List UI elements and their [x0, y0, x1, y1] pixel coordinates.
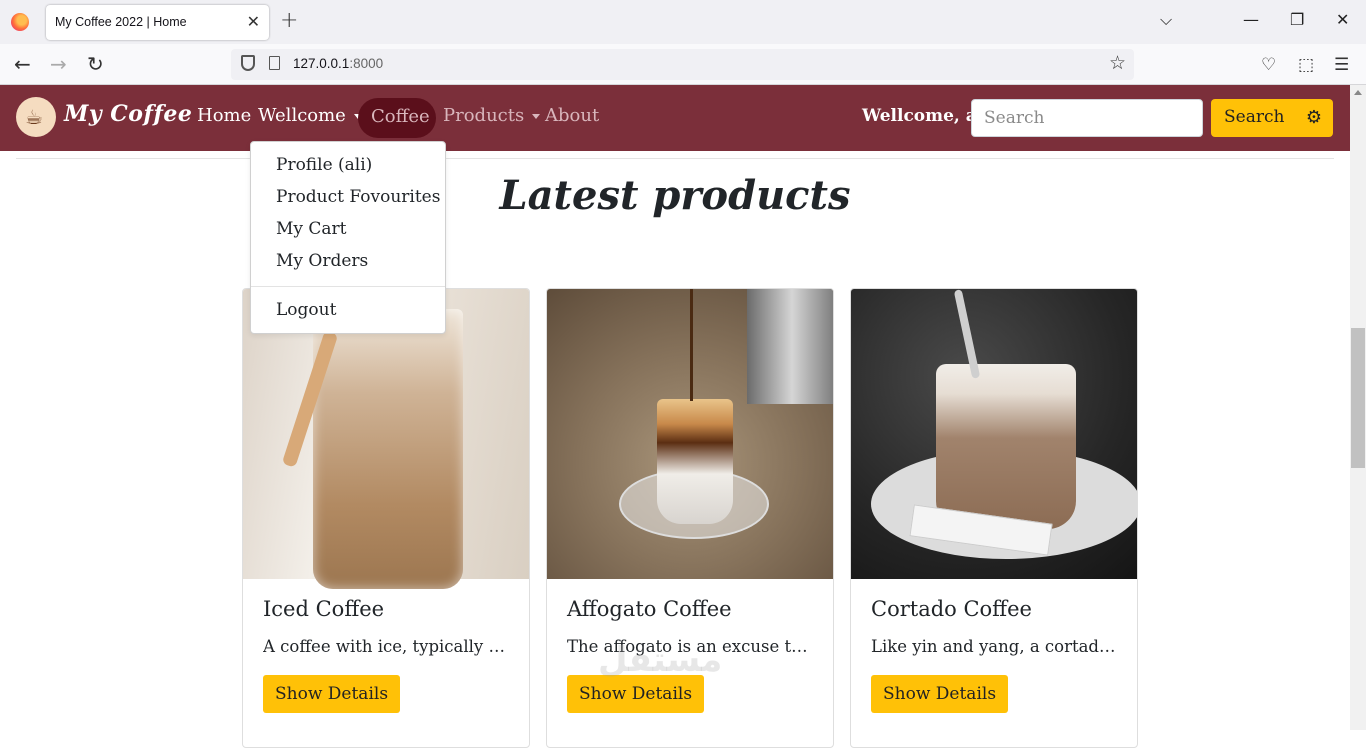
dropdown-item-logout[interactable]: Logout	[276, 300, 336, 320]
moka-pot-shape	[747, 289, 833, 404]
glass-shape	[936, 364, 1076, 529]
scroll-up-icon[interactable]	[1354, 90, 1362, 95]
reload-icon[interactable]: ↻	[87, 52, 104, 76]
glass-shape	[313, 309, 463, 589]
product-description: Like yin and yang, a cortado is the perf…	[871, 637, 1121, 656]
new-tab-button[interactable]: +	[280, 8, 298, 33]
nav-wellcome-dropdown[interactable]: Wellcome	[258, 105, 362, 126]
url-text[interactable]: 127.0.0.1:8000	[293, 56, 383, 71]
tab-title: My Coffee 2022 | Home	[55, 15, 187, 29]
page-scrollbar[interactable]	[1350, 85, 1366, 730]
close-window-icon[interactable]: ✕	[1336, 10, 1349, 29]
url-bar[interactable]: 127.0.0.1:8000 ☆	[231, 49, 1134, 80]
gear-icon[interactable]: ⚙	[1306, 107, 1322, 128]
browser-tab-bar: My Coffee 2022 | Home ✕ + ⌵ — ❐ ✕	[0, 0, 1366, 44]
scrollbar-thumb[interactable]	[1351, 328, 1365, 468]
nav-wellcome-label: Wellcome	[258, 105, 346, 126]
coffee-pour-shape	[690, 289, 693, 401]
url-host: 127.0.0.1	[293, 56, 350, 71]
divider	[16, 158, 1334, 159]
page-info-icon[interactable]	[269, 56, 280, 70]
dropdown-item-favourites[interactable]: Product Fovourites	[276, 187, 440, 207]
url-port: :8000	[349, 56, 384, 71]
show-details-button[interactable]: Show Details	[567, 675, 705, 713]
restore-icon[interactable]: ❐	[1290, 10, 1304, 29]
pocket-icon[interactable]: ♡	[1261, 55, 1276, 75]
search-button-label: Search	[1224, 107, 1285, 127]
back-icon[interactable]: ←	[14, 52, 31, 76]
nav-about[interactable]: About	[545, 105, 599, 126]
firefox-logo-icon	[11, 13, 29, 31]
show-details-button[interactable]: Show Details	[871, 675, 1009, 713]
dropdown-item-orders[interactable]: My Orders	[276, 251, 368, 271]
list-tabs-icon[interactable]: ⌵	[1160, 10, 1172, 30]
forward-icon[interactable]: →	[50, 52, 67, 76]
brand-name[interactable]: My Coffee	[64, 101, 192, 127]
nav-products-dropdown[interactable]: Products	[443, 105, 540, 126]
dropdown-item-profile[interactable]: Profile (ali)	[276, 155, 372, 175]
dropdown-divider	[251, 286, 445, 287]
product-title: Affogato Coffee	[567, 597, 732, 621]
shield-icon[interactable]	[241, 55, 255, 71]
search-input[interactable]	[971, 99, 1203, 137]
show-details-button[interactable]: Show Details	[263, 675, 401, 713]
nav-coffee-label: Coffee	[371, 106, 430, 127]
watermark: مستقل	[598, 640, 723, 680]
product-image-cortado-coffee[interactable]	[851, 289, 1137, 579]
bookmark-star-icon[interactable]: ☆	[1109, 52, 1126, 74]
product-card: Cortado Coffee Like yin and yang, a cort…	[850, 288, 1138, 748]
browser-toolbar: ← → ↻ 127.0.0.1:8000 ☆ ♡ ⬚ ☰	[0, 44, 1366, 85]
coffee-cup-icon: ☕	[25, 105, 43, 129]
tab-close-icon[interactable]: ✕	[247, 12, 260, 31]
page-title: Latest products	[499, 172, 851, 219]
nav-coffee[interactable]: Coffee	[358, 98, 436, 138]
dropdown-item-cart[interactable]: My Cart	[276, 219, 347, 239]
nav-products-label: Products	[443, 105, 525, 126]
site-navbar: ☕ My Coffee Home Wellcome Coffee Product…	[0, 85, 1350, 151]
wellcome-dropdown-menu: Profile (ali) Product Fovourites My Cart…	[250, 141, 446, 334]
nav-home[interactable]: Home	[197, 105, 251, 126]
app-menu-icon[interactable]: ☰	[1334, 55, 1349, 75]
product-title: Iced Coffee	[263, 597, 385, 621]
logo[interactable]: ☕	[16, 97, 56, 137]
cup-shape	[657, 399, 733, 524]
product-card: Iced Coffee A coffee with ice, typically…	[242, 288, 530, 748]
extensions-icon[interactable]: ⬚	[1298, 55, 1314, 75]
browser-tab[interactable]: My Coffee 2022 | Home ✕	[46, 5, 269, 40]
product-image-affogato-coffee[interactable]	[547, 289, 833, 579]
minimize-icon[interactable]: —	[1243, 10, 1259, 29]
search-button[interactable]: Search ⚙	[1211, 99, 1333, 137]
product-title: Cortado Coffee	[871, 597, 1032, 621]
product-description: A coffee with ice, typically served with…	[263, 637, 513, 656]
